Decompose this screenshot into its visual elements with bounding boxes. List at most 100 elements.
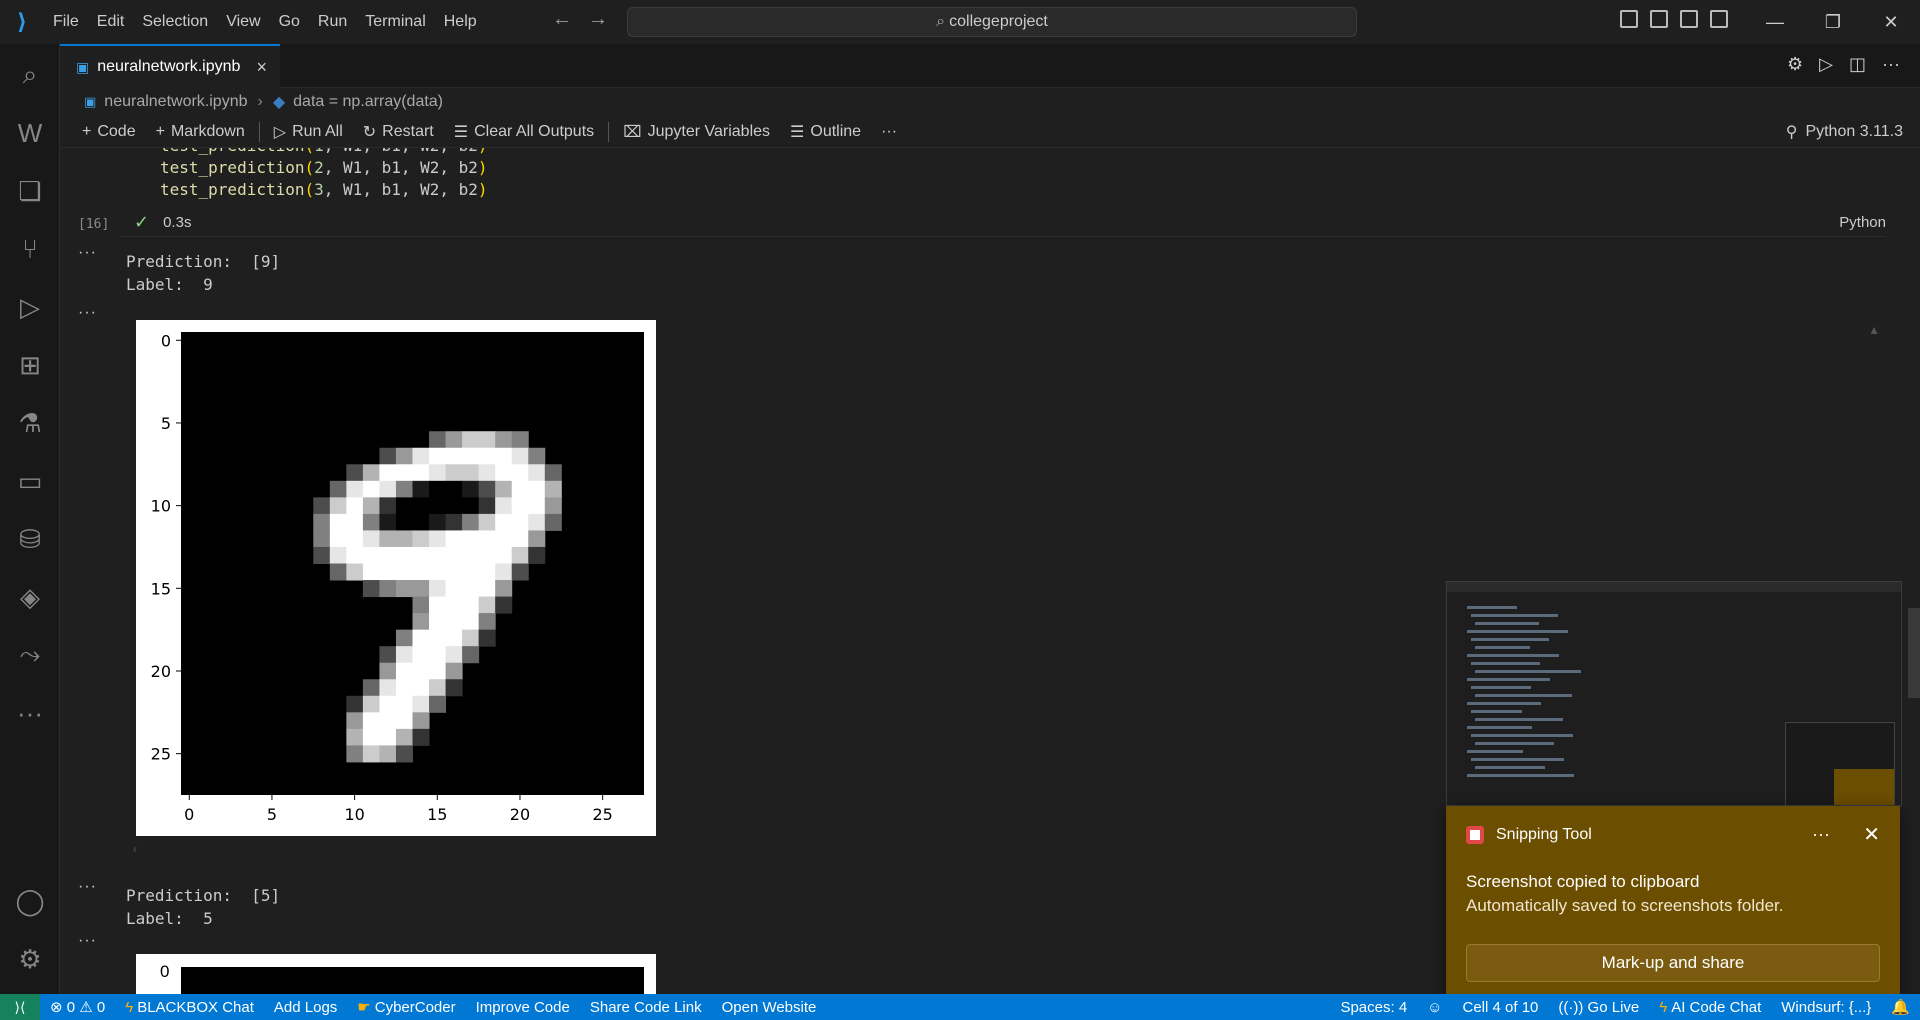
breadcrumb-file[interactable]: neuralnetwork.ipynb: [104, 93, 247, 111]
copilot-icon[interactable]: ☺: [1417, 999, 1452, 1016]
run-debug-icon[interactable]: ▷: [0, 282, 60, 332]
status-ai-code-chat[interactable]: ϟ AI Code Chat: [1649, 999, 1771, 1016]
mark-up-share-button[interactable]: Mark-up and share: [1466, 944, 1880, 982]
restore-icon[interactable]: ❐: [1804, 0, 1862, 44]
status-spaces[interactable]: Spaces: 4: [1330, 999, 1417, 1016]
pixel-cell: [478, 447, 496, 465]
run-all-button[interactable]: ▷ Run All: [264, 122, 353, 142]
menu-go[interactable]: Go: [270, 0, 309, 44]
source-control-icon[interactable]: ⑂: [0, 224, 60, 274]
breadcrumb-symbol[interactable]: data = np.array(data): [293, 93, 443, 111]
close-window-icon[interactable]: ✕: [1862, 0, 1920, 44]
code-fn: test_prediction: [160, 180, 305, 199]
menu-edit[interactable]: Edit: [88, 0, 134, 44]
testing-icon[interactable]: ⚗: [0, 398, 60, 448]
command-center-search[interactable]: ⌕ collegeproject: [627, 7, 1357, 37]
add-code-cell-button[interactable]: + Code: [72, 123, 146, 141]
toggle-secondary-sidebar-icon[interactable]: [1710, 10, 1728, 28]
status-label: Add Logs: [273, 998, 338, 1016]
menu-view[interactable]: View: [217, 0, 269, 44]
pixel-cell: [445, 447, 463, 465]
vscode-logo-icon[interactable]: ⟩: [0, 0, 44, 44]
more-toolbar-button[interactable]: ···: [871, 123, 907, 141]
menu-file[interactable]: File: [44, 0, 88, 44]
status-blackbox-chat[interactable]: ϟ BLACKBOX Chat: [115, 999, 264, 1016]
status-add-logs[interactable]: Add Logs: [264, 999, 347, 1016]
output-menu-icon[interactable]: ···: [78, 932, 97, 950]
breadcrumb: ▣ neuralnetwork.ipynb › ◆ data = np.arra…: [60, 88, 1920, 116]
vertical-scrollbar[interactable]: [1908, 608, 1920, 698]
screenshot-thumbnail[interactable]: [1446, 581, 1902, 806]
breadcrumb-separator-icon: ›: [257, 93, 263, 110]
status-share-code-link[interactable]: Share Code Link: [580, 999, 712, 1016]
tab-neuralnetwork[interactable]: ▣ neuralnetwork.ipynb ×: [60, 44, 280, 88]
kangaroo-icon[interactable]: ⤳: [0, 630, 60, 680]
account-icon[interactable]: ◯: [0, 876, 60, 926]
pixel-cell: [412, 646, 430, 664]
outline-button[interactable]: ☰ Outline: [780, 122, 871, 142]
code-line-1[interactable]: test_prediction(1, W1, b1, W2, b2): [160, 148, 488, 155]
pixel-cell: [429, 431, 447, 449]
error-icon: ⊗: [50, 999, 63, 1016]
forward-arrow-icon[interactable]: →: [588, 8, 608, 31]
scroll-left-icon[interactable]: ‹: [133, 842, 137, 856]
toast-more-icon[interactable]: ···: [1812, 824, 1830, 845]
status-improve-code[interactable]: Improve Code: [466, 999, 580, 1016]
status-label: Improve Code: [475, 998, 570, 1016]
pixel-cell: [429, 563, 447, 581]
y-tick-label: 0: [160, 962, 170, 981]
plus-icon: +: [155, 122, 165, 140]
status-open-website[interactable]: Open Website: [712, 999, 827, 1016]
customize-layout-icon[interactable]: [1620, 10, 1638, 28]
search-view-icon[interactable]: ⌕: [0, 50, 60, 100]
code-line-3[interactable]: test_prediction(3, W1, b1, W2, b2): [160, 180, 488, 199]
status-cybercoder[interactable]: ☛ CyberCoder: [347, 998, 465, 1017]
explorer-icon[interactable]: ❏: [0, 166, 60, 216]
status-go-live[interactable]: ((·)) Go Live: [1548, 999, 1649, 1016]
restart-button[interactable]: ↻ Restart: [353, 122, 444, 142]
output-menu-icon[interactable]: ···: [78, 878, 97, 896]
minimize-icon[interactable]: —: [1746, 0, 1804, 44]
pixel-cell: [462, 513, 480, 531]
close-tab-icon[interactable]: ×: [256, 57, 267, 78]
split-editor-icon[interactable]: ◫: [1849, 54, 1866, 75]
pixel-cell: [379, 447, 397, 465]
notifications-bell-icon[interactable]: 🔔: [1881, 998, 1920, 1016]
pixel-cell: [362, 464, 380, 482]
problems-indicator[interactable]: ⊗ 0 ⚠ 0: [40, 998, 115, 1017]
run-icon[interactable]: ▷: [1819, 54, 1833, 75]
pixel-cell: [412, 728, 430, 746]
toast-close-icon[interactable]: ✕: [1863, 822, 1880, 847]
remote-explorer-icon[interactable]: ▭: [0, 456, 60, 506]
output-menu-icon[interactable]: ···: [78, 304, 97, 322]
database-icon[interactable]: ⛁: [0, 514, 60, 564]
gear-icon[interactable]: ⚙: [1787, 54, 1803, 75]
status-windsurf[interactable]: Windsurf: {...}: [1771, 999, 1881, 1016]
menu-selection[interactable]: Selection: [133, 0, 217, 44]
jupyter-variables-button[interactable]: ⌧ Jupyter Variables: [613, 122, 780, 142]
clear-outputs-button[interactable]: ☰ Clear All Outputs: [444, 122, 604, 142]
status-cell-position[interactable]: Cell 4 of 10: [1453, 999, 1549, 1016]
code-arg: 3: [314, 180, 324, 199]
menu-run[interactable]: Run: [309, 0, 356, 44]
scroll-up-icon[interactable]: ▲: [1868, 323, 1880, 337]
extensions-icon[interactable]: ⊞: [0, 340, 60, 390]
add-markdown-cell-button[interactable]: + Markdown: [146, 123, 255, 141]
remote-indicator-icon[interactable]: ⟩⟨: [0, 994, 40, 1020]
settings-gear-icon[interactable]: ⚙: [0, 934, 60, 984]
toggle-panel-icon[interactable]: [1680, 10, 1698, 28]
execution-duration: 0.3s: [163, 214, 192, 231]
output-menu-icon[interactable]: ···: [78, 244, 97, 262]
more-views-icon[interactable]: ···: [0, 688, 60, 738]
menu-terminal[interactable]: Terminal: [356, 0, 434, 44]
cell-language[interactable]: Python: [1839, 214, 1886, 231]
kernel-picker[interactable]: ⚲ Python 3.11.3: [1786, 122, 1903, 142]
menu-help[interactable]: Help: [435, 0, 486, 44]
more-actions-icon[interactable]: ···: [1882, 54, 1900, 75]
code-line-2[interactable]: test_prediction(2, W1, b1, W2, b2): [160, 158, 488, 177]
windsurf-icon[interactable]: W: [0, 108, 60, 158]
layers-icon[interactable]: ◈: [0, 572, 60, 622]
back-arrow-icon[interactable]: ←: [552, 8, 572, 31]
toggle-primary-sidebar-icon[interactable]: [1650, 10, 1668, 28]
pixel-cell: [379, 546, 397, 564]
